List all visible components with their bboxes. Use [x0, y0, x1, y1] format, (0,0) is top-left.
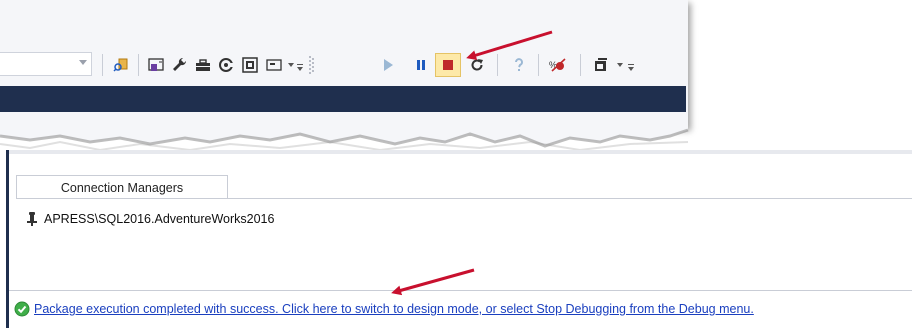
- chevron-down-icon[interactable]: [288, 63, 294, 67]
- solution-config-combo[interactable]: [0, 52, 92, 76]
- toolbar-separator: [138, 54, 139, 76]
- toolbar-separator: [497, 54, 498, 76]
- window-layout-icon: [266, 59, 282, 71]
- connection-manager-item[interactable]: APRESS\SQL2016.AdventureWorks2016: [26, 210, 274, 228]
- restart-button[interactable]: [466, 53, 488, 77]
- start-debugging-icon: [384, 59, 393, 71]
- toolbar-panel: %: [0, 0, 688, 128]
- restart-icon: [471, 59, 483, 71]
- properties-button[interactable]: [168, 53, 190, 77]
- start-debugging-button[interactable]: [377, 53, 399, 77]
- properties-wrench-icon: [173, 57, 187, 71]
- chevron-down-icon[interactable]: [79, 60, 87, 65]
- output-window-icon: [595, 58, 607, 71]
- output-window-button[interactable]: [590, 53, 612, 77]
- pause-icon: [417, 60, 425, 70]
- chevron-down-icon[interactable]: [617, 63, 623, 67]
- toolbar-overflow-icon[interactable]: [628, 64, 634, 72]
- status-divider: [9, 290, 912, 291]
- help-icon: [515, 58, 523, 71]
- toolbar-overflow-icon[interactable]: [297, 64, 303, 72]
- toolbar-separator: [102, 54, 103, 76]
- panel-border: [6, 150, 9, 328]
- find-in-files-button[interactable]: [110, 53, 132, 77]
- panel-border: [9, 150, 912, 154]
- package-explorer-button[interactable]: [239, 53, 261, 77]
- ssis-variables-icon: [219, 58, 233, 72]
- find-in-files-icon: [113, 58, 128, 72]
- tab-divider: [16, 198, 912, 199]
- help-button[interactable]: [508, 53, 530, 77]
- stop-debugging-button[interactable]: [435, 53, 461, 77]
- solution-explorer-icon: [148, 58, 164, 71]
- success-check-icon: [14, 301, 30, 317]
- connection-name: APRESS\SQL2016.AdventureWorks2016: [44, 212, 275, 226]
- toolbar-separator: [580, 54, 581, 76]
- package-explorer-icon: [242, 57, 258, 73]
- toolbar-grip-icon[interactable]: [309, 55, 315, 75]
- disable-breakpoints-button[interactable]: %: [547, 53, 569, 77]
- toolbar-separator: [538, 54, 539, 76]
- ssis-variables-button[interactable]: [215, 53, 237, 77]
- tab-connection-managers[interactable]: Connection Managers: [16, 175, 228, 199]
- package-designer-panel: Connection Managers APRESS\SQL2016.Adven…: [6, 150, 912, 328]
- solution-explorer-button[interactable]: [145, 53, 167, 77]
- toolbox-icon: [196, 59, 210, 71]
- break-all-button[interactable]: [410, 53, 432, 77]
- disable-breakpoints-icon: %: [549, 58, 566, 72]
- database-connection-icon: [27, 212, 37, 226]
- tab-label: Connection Managers: [60, 180, 184, 195]
- window-layout-button[interactable]: [263, 53, 285, 77]
- toolbox-button[interactable]: [192, 53, 214, 77]
- execution-status-bar: Package execution completed with success…: [14, 300, 904, 318]
- stop-icon: [443, 60, 453, 70]
- switch-to-design-mode-link[interactable]: Package execution completed with success…: [34, 302, 754, 316]
